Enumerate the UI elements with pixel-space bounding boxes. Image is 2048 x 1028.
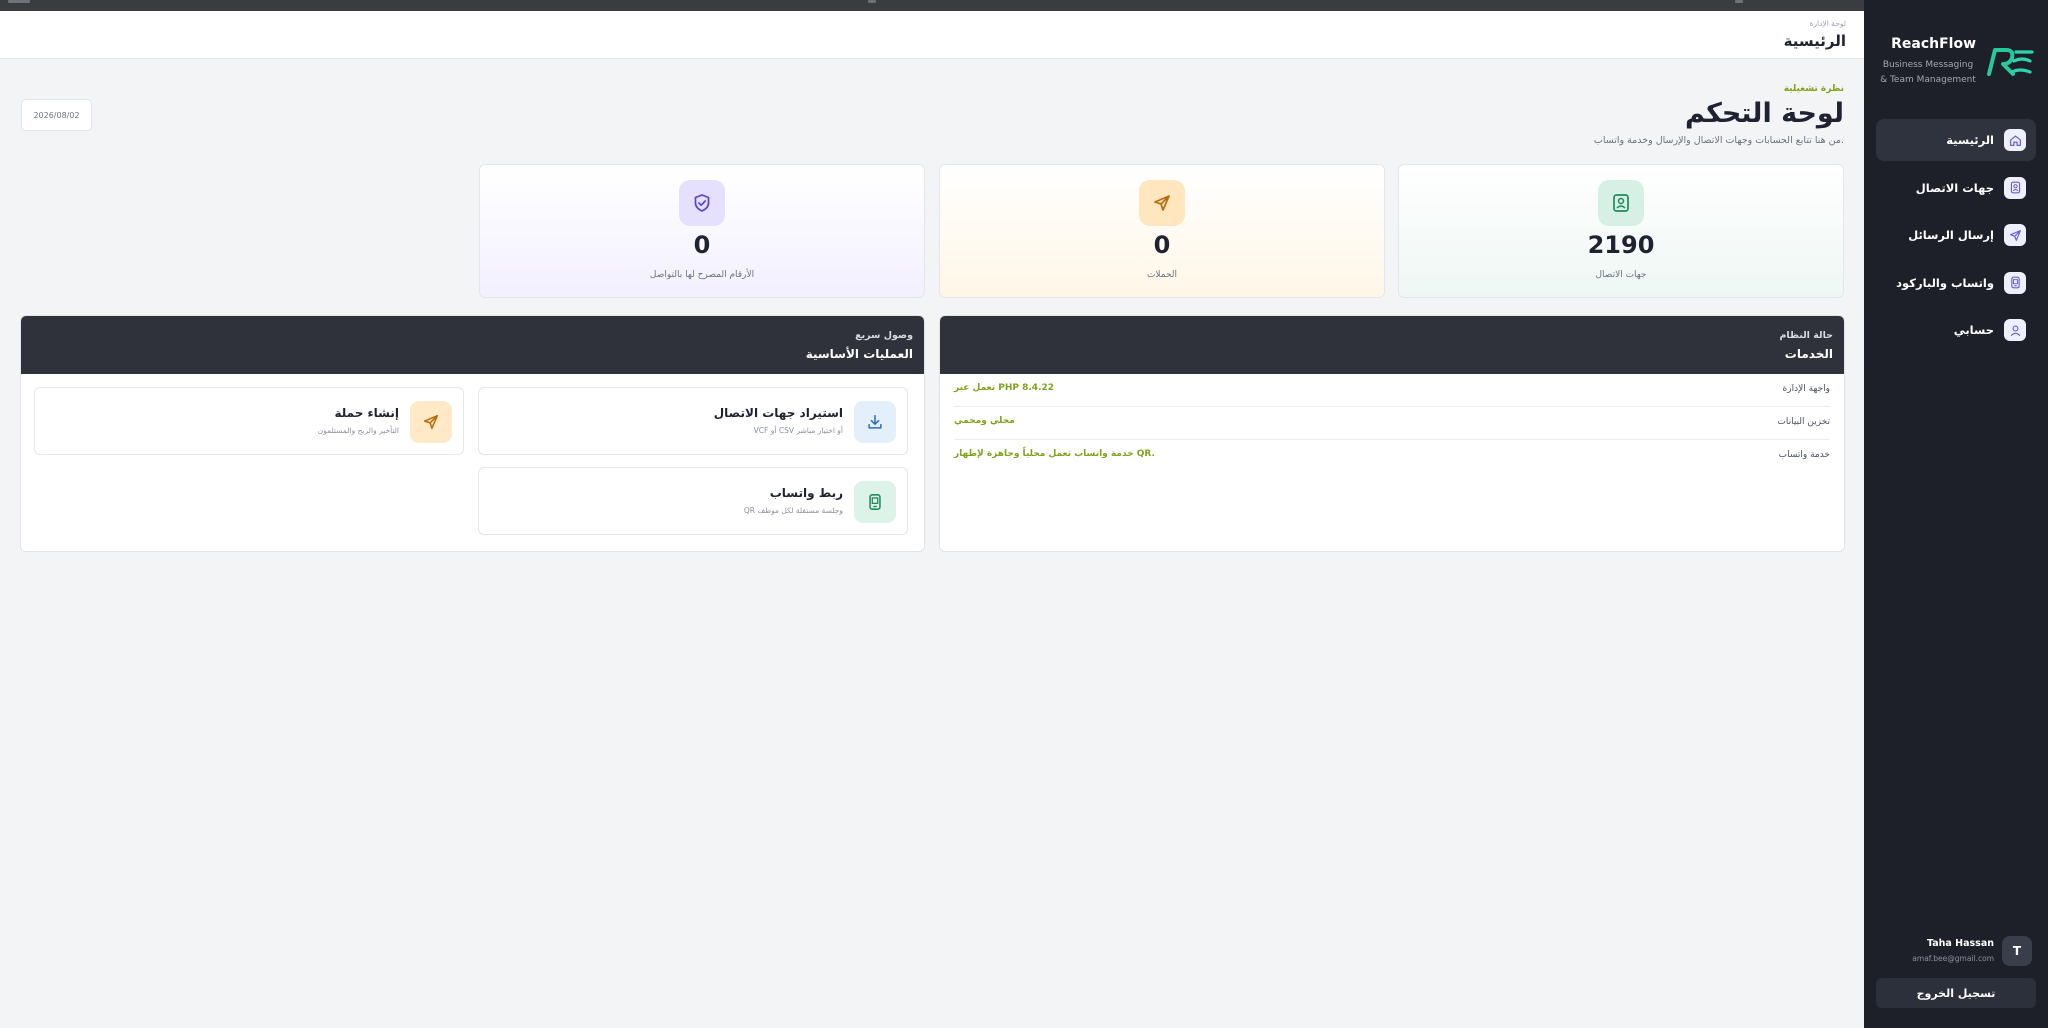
whatsapp-qr-icon	[854, 481, 896, 523]
card-title: استيراد جهات الاتصال	[713, 406, 843, 420]
panel-kicker: حالة النظام	[1779, 330, 1833, 341]
create-campaign-card[interactable]: إنشاء حملة التأخير والربح والمستلمون	[34, 387, 464, 455]
import-contacts-card[interactable]: استيراد جهات الاتصال VCF أو CSV أو اختيا…	[478, 387, 908, 455]
panel-title: الخدمات	[1784, 347, 1833, 361]
service-name: خدمة واتساب	[1778, 450, 1830, 460]
operations-panel: وصول سريع العمليات الأساسية استيراد جهات…	[20, 315, 925, 552]
sidebar-item-label: الرئيسية	[1946, 133, 1994, 147]
stat-value: 0	[1153, 231, 1171, 259]
panel-title: العمليات الأساسية	[805, 347, 913, 361]
stat-card-allowed-numbers: 0 الأرقام المصرح لها بالتواصل	[479, 164, 925, 298]
card-description: QR وجلسة مستقلة لكل موظف	[743, 506, 843, 515]
download-icon	[854, 401, 896, 443]
send-icon	[410, 401, 452, 443]
sidebar-item-home[interactable]: الرئيسية	[1876, 119, 2036, 161]
sidebar-item-label: واتساب والباركود	[1896, 275, 1994, 290]
stat-value: 0	[693, 231, 711, 259]
send-icon	[1139, 180, 1185, 226]
service-row: تخزين البيانات محلي ومحمي	[954, 407, 1830, 440]
sidebar-item-contacts[interactable]: جهات الاتصال	[1876, 167, 2036, 209]
user-profile[interactable]: T Taha Hassan amaf.bee@gmail.com	[1876, 930, 2036, 972]
card-title: إنشاء حملة	[334, 406, 399, 420]
page-subtitle: من هنا تتابع الحسابات وجهات الاتصال والإ…	[1593, 135, 1844, 146]
breadcrumb[interactable]: لوحة الإدارة	[1809, 19, 1846, 28]
card-description: VCF أو CSV أو اختيار مباشر	[753, 426, 843, 435]
service-name: تخزين البيانات	[1777, 417, 1830, 427]
brand-name: ReachFlow	[1891, 36, 1976, 52]
user-icon	[2004, 319, 2026, 341]
overview-kicker: نظرة تشغيلية	[1783, 84, 1844, 94]
contacts-icon	[2004, 176, 2026, 199]
panel-header: حالة النظام الخدمات	[940, 316, 1844, 374]
sidebar-item-send-messages[interactable]: إرسال الرسائل	[1876, 214, 2036, 256]
header-title: الرئيسية	[1783, 32, 1846, 50]
top-header: لوحة الإدارة الرئيسية	[0, 11, 1864, 59]
user-name: Taha Hassan	[1927, 938, 1994, 949]
stat-label: الأرقام المصرح لها بالتواصل	[649, 270, 755, 280]
card-title: ربط واتساب	[769, 486, 843, 500]
stat-label: الحملات	[1146, 270, 1178, 280]
sidebar-item-my-account[interactable]: حسابي	[1876, 309, 2036, 351]
page-title: لوحة التحكم	[1684, 98, 1844, 129]
logout-button[interactable]: تسجيل الخروج	[1876, 978, 2036, 1008]
avatar: T	[2002, 936, 2032, 966]
shield-check-icon	[679, 180, 725, 226]
service-status: خدمة واتساب تعمل محلياً وجاهزة لإظهار QR…	[954, 449, 1155, 459]
service-name: واجهة الإدارة	[1782, 384, 1830, 394]
sidebar-item-label: حسابي	[1953, 323, 1994, 337]
panel-kicker: وصول سريع	[855, 330, 913, 341]
contact-card-icon	[1598, 180, 1644, 226]
stat-card-contacts: 2190 جهات الاتصال	[1398, 164, 1844, 298]
card-description: التأخير والربح والمستلمون	[317, 426, 399, 435]
sidebar-item-whatsapp-qr[interactable]: واتساب والباركود	[1876, 262, 2036, 304]
service-row: واجهة الإدارة تعمل عبر PHP 8.4.22	[954, 374, 1830, 407]
window-top-strip	[0, 0, 2048, 11]
whatsapp-qr-icon	[2004, 271, 2026, 294]
sidebar-item-label: جهات الاتصال	[1915, 180, 1994, 195]
services-panel: حالة النظام الخدمات واجهة الإدارة تعمل ع…	[939, 315, 1845, 552]
reachflow-logo-icon	[1987, 48, 2034, 76]
service-row: خدمة واتساب خدمة واتساب تعمل محلياً وجاه…	[954, 440, 1830, 473]
brand[interactable]: ReachFlow Business Messaging & Team Mana…	[1874, 30, 2034, 90]
sidebar-item-label: إرسال الرسائل	[1908, 228, 1994, 242]
service-status: محلي ومحمي	[954, 416, 1015, 426]
send-icon	[2004, 224, 2026, 246]
panel-header: وصول سريع العمليات الأساسية	[21, 316, 924, 374]
user-email: amaf.bee@gmail.com	[1912, 954, 1994, 963]
brand-tagline: Business Messaging & Team Management	[1880, 60, 1976, 85]
date-badge: 2026/08/02	[21, 99, 92, 131]
sidebar-nav: الرئيسية جهات الاتصال إرسال الرسائل واتس…	[1876, 119, 2036, 357]
link-whatsapp-card[interactable]: ربط واتساب QR وجلسة مستقلة لكل موظف	[478, 467, 908, 535]
stat-value: 2190	[1587, 231, 1655, 259]
stat-label: جهات الاتصال	[1595, 270, 1647, 280]
service-status: تعمل عبر PHP 8.4.22	[954, 383, 1054, 393]
sidebar: ReachFlow Business Messaging & Team Mana…	[1864, 0, 2048, 1028]
home-icon	[2004, 129, 2026, 151]
stat-card-campaigns: 0 الحملات	[939, 164, 1385, 298]
